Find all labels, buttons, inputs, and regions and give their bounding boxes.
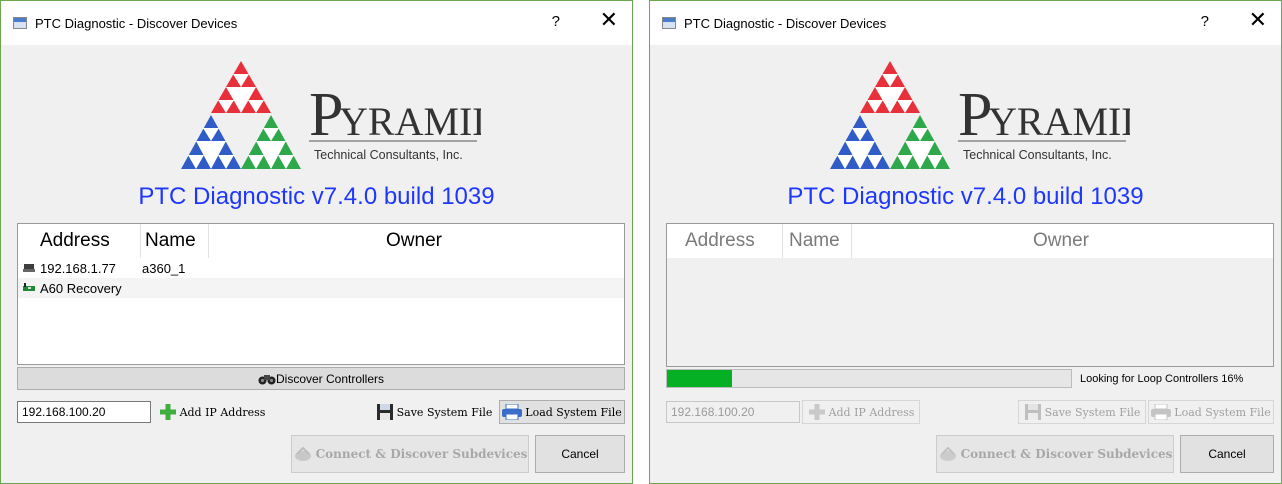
app-icon xyxy=(13,17,27,29)
title-bar[interactable]: PTC Diagnostic - Discover Devices ? ✕ xyxy=(650,1,1281,45)
printer-icon xyxy=(1151,404,1172,420)
window-title: PTC Diagnostic - Discover Devices xyxy=(684,15,887,31)
load-system-file-label: Load System File xyxy=(1174,405,1271,419)
save-system-file-button[interactable]: Save System File xyxy=(371,400,497,424)
add-ip-address-label: Add IP Address xyxy=(828,405,915,419)
ip-address-input[interactable] xyxy=(666,401,800,423)
logo-tagline: Technical Consultants, Inc. xyxy=(963,148,1112,162)
pyramid-logo: P YRAMID Technical Consultants, Inc. xyxy=(181,61,481,169)
connect-discover-subdevices-button[interactable]: Connect & Discover Subdevices xyxy=(936,435,1174,473)
connect-discover-subdevices-label: Connect & Discover Subdevices xyxy=(315,447,528,461)
plus-icon xyxy=(808,404,825,420)
connect-icon xyxy=(294,446,311,461)
connect-discover-subdevices-label: Connect & Discover Subdevices xyxy=(960,447,1173,461)
add-ip-address-button[interactable]: Add IP Address xyxy=(153,400,271,424)
load-system-file-button[interactable]: Load System File xyxy=(1148,400,1274,424)
pyramid-logo: P YRAMID Technical Consultants, Inc. xyxy=(830,61,1130,169)
title-bar[interactable]: PTC Diagnostic - Discover Devices ? ✕ xyxy=(1,1,632,45)
app-version-heading: PTC Diagnostic v7.4.0 build 1039 xyxy=(138,183,495,210)
add-ip-address-button[interactable]: Add IP Address xyxy=(802,400,920,424)
save-system-file-button[interactable]: Save System File xyxy=(1018,400,1146,424)
column-header-address[interactable]: Address xyxy=(40,230,110,252)
window-title: PTC Diagnostic - Discover Devices xyxy=(35,15,238,31)
app-version-heading: PTC Diagnostic v7.4.0 build 1039 xyxy=(787,183,1144,210)
binoculars-icon xyxy=(258,374,276,384)
discover-devices-window: PTC Diagnostic - Discover Devices ? ✕ P … xyxy=(0,0,633,484)
printer-icon xyxy=(502,404,523,420)
logo-tagline: Technical Consultants, Inc. xyxy=(314,148,463,162)
discover-controllers-label: Discover Controllers xyxy=(275,371,385,386)
column-header-owner[interactable]: Owner xyxy=(1033,230,1089,252)
list-empty-area xyxy=(667,258,1273,366)
column-header-address[interactable]: Address xyxy=(685,230,755,252)
close-button[interactable]: ✕ xyxy=(600,9,618,31)
load-system-file-label: Load System File xyxy=(525,405,622,419)
cancel-button[interactable]: Cancel xyxy=(1180,435,1274,473)
cell-address: 192.168.1.77 xyxy=(40,261,116,276)
floppy-disk-icon xyxy=(1024,404,1041,420)
column-header-name[interactable]: Name xyxy=(145,230,196,252)
circuit-board-icon xyxy=(23,283,35,291)
discovery-progress-bar xyxy=(666,369,1072,388)
add-ip-address-label: Add IP Address xyxy=(179,405,266,419)
column-header-owner[interactable]: Owner xyxy=(386,230,442,252)
load-system-file-button[interactable]: Load System File xyxy=(499,400,625,424)
save-system-file-label: Save System File xyxy=(396,405,493,419)
ip-address-input[interactable] xyxy=(17,401,151,423)
cell-address: A60 Recovery xyxy=(40,281,122,296)
column-header-name[interactable]: Name xyxy=(789,230,840,252)
cancel-button[interactable]: Cancel xyxy=(535,435,625,473)
list-header: Address Name Owner xyxy=(667,224,1273,258)
network-device-icon xyxy=(23,264,35,272)
close-button[interactable]: ✕ xyxy=(1249,9,1267,31)
save-system-file-label: Save System File xyxy=(1044,405,1141,419)
device-list[interactable]: Address Name Owner xyxy=(666,223,1274,367)
floppy-disk-icon xyxy=(376,404,393,420)
discover-devices-window-scanning: PTC Diagnostic - Discover Devices ? ✕ P … xyxy=(649,0,1282,484)
progress-status-text: Looking for Loop Controllers 16% xyxy=(1080,373,1244,385)
discover-controllers-button[interactable]: Discover Controllers xyxy=(17,367,625,390)
help-button[interactable]: ? xyxy=(552,13,560,30)
help-button[interactable]: ? xyxy=(1201,13,1209,30)
connect-discover-subdevices-button[interactable]: Connect & Discover Subdevices xyxy=(291,435,529,473)
list-header: Address Name Owner xyxy=(18,224,624,258)
connect-icon xyxy=(939,446,956,461)
plus-icon xyxy=(159,404,176,420)
app-icon xyxy=(662,17,676,29)
table-row[interactable]: 192.168.1.77 a360_1 xyxy=(18,258,624,278)
logo-brand: YRAMID xyxy=(988,99,1130,144)
cell-name: a360_1 xyxy=(142,261,186,276)
device-list[interactable]: Address Name Owner 192.168.1.77 a360_1 A… xyxy=(17,223,625,365)
progress-fill xyxy=(667,370,732,387)
logo-brand: YRAMID xyxy=(339,99,481,144)
table-row[interactable]: A60 Recovery xyxy=(18,278,624,298)
